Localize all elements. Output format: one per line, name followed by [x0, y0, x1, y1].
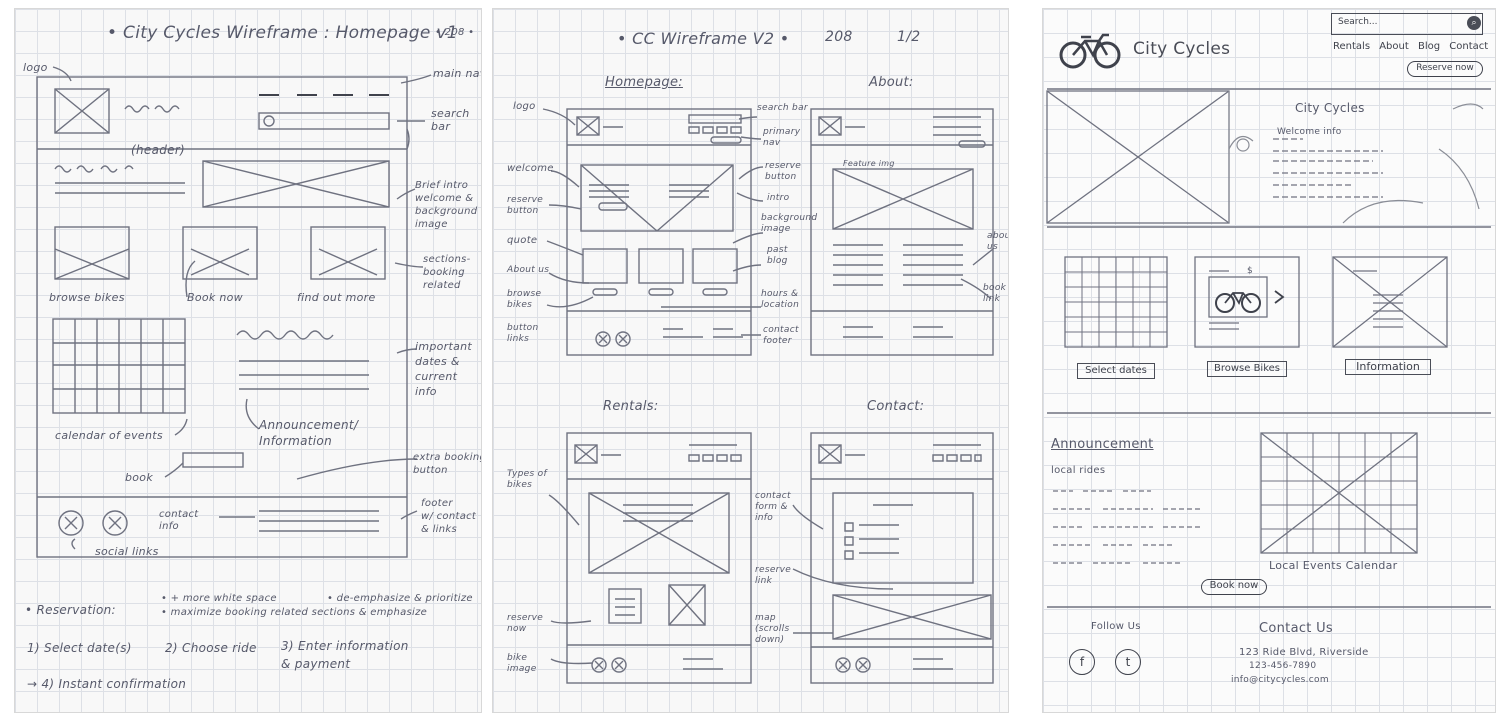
v2-annotation-book-link: book link — [983, 283, 1007, 304]
contact-email[interactable]: info@citycycles.com — [1231, 675, 1329, 685]
note-step-2: 2) Choose ride — [165, 641, 257, 655]
v2-annotation-search-bar: search bar — [757, 103, 808, 113]
annotation-important-dates: important dates & current info — [415, 340, 473, 398]
v2-annotation-button-links: button links — [507, 323, 539, 344]
v2-annotation-quote: quote — [507, 235, 538, 246]
select-dates-button[interactable]: Select dates — [1077, 363, 1155, 379]
note-step-4: → 4) Instant confirmation — [27, 677, 187, 691]
annotation-search-bar: search bar — [431, 107, 470, 133]
v2-annotation-logo: logo — [513, 101, 536, 112]
v2-annotation-bike-image: bike image — [507, 653, 537, 674]
contact-phone: 123-456-7890 — [1249, 661, 1317, 671]
twitter-icon[interactable]: t — [1115, 649, 1141, 675]
wireframe-sheet-homepage-final: City Cycles Search... ⌕ Rentals About Bl… — [1042, 8, 1496, 713]
wireframe-sheet-v2: • CC Wireframe V2 • 208 1/2 Homepage: Ab… — [492, 8, 1009, 713]
v2-annotation-welcome: welcome — [507, 163, 554, 174]
v2-annotation-hours-location: hours & location — [761, 289, 800, 310]
note-reservation: • Reservation: — [25, 603, 116, 617]
v2-annotation-contact-footer: contact footer — [763, 325, 799, 346]
contact-title: Contact Us — [1259, 621, 1333, 636]
note-step-3: 3) Enter information & payment — [281, 639, 409, 671]
annotation-contact-info: contact info — [159, 509, 199, 532]
annotation-book-now: Book now — [187, 291, 243, 304]
annotation-sections: sections- booking related — [423, 254, 471, 291]
twitter-glyph: t — [1125, 655, 1131, 669]
information-button[interactable]: Information — [1345, 359, 1431, 375]
annotation-calendar: calendar of events — [55, 429, 163, 442]
annotation-browse-bikes: browse bikes — [49, 291, 125, 304]
v2-annotation-reserve-button: reserve button — [507, 195, 544, 216]
v2-annotation-types-of-bikes: Types of bikes — [507, 469, 547, 490]
price-symbol: $ — [1247, 266, 1254, 276]
annotation-footer: footer w/ contact & links — [421, 498, 477, 535]
v2-annotation-map: map (scrolls down) — [755, 613, 790, 645]
annotation-header: (header) — [131, 143, 186, 157]
facebook-icon[interactable]: f — [1069, 649, 1095, 675]
hero-title: City Cycles — [1295, 101, 1365, 115]
v2-annotation-contact-form: contact form & info — [755, 491, 791, 523]
annotation-extra-booking: extra booking button — [413, 452, 482, 476]
note-more-white-space: • + more white space — [161, 593, 277, 604]
annotation-announcement: Announcement/ Information — [259, 418, 359, 448]
annotation-social-links: social links — [95, 545, 159, 558]
note-step-1: 1) Select date(s) — [27, 641, 132, 655]
v2-annotation-about-us-right: about us — [987, 231, 1008, 252]
annotation-book: book — [125, 471, 154, 484]
announcement-local-rides: local rides — [1051, 465, 1106, 476]
annotation-brief-intro: Brief intro welcome & background image — [415, 180, 478, 230]
v2-annotation-about-us: About us — [507, 265, 550, 275]
v2-annotation-intro: intro — [767, 193, 790, 203]
announcement-title: Announcement — [1051, 437, 1154, 452]
calendar-label: Local Events Calendar — [1269, 559, 1398, 572]
v2-annotation-reserve-link: reserve link — [755, 565, 792, 586]
annotation-find-out-more: find out more — [297, 291, 376, 304]
v2-annotation-primary-nav: primary nav — [763, 127, 801, 148]
v2-annotation-browse-bikes: browse bikes — [507, 289, 542, 310]
v2-annotation-past-blog: past blog — [767, 245, 788, 266]
wireframe-sheet-homepage-v1: • City Cycles Wireframe : Homepage v1 • … — [14, 8, 482, 713]
hero-welcome-text: Welcome info — [1277, 127, 1342, 137]
contact-address: 123 Ride Blvd, Riverside — [1239, 647, 1369, 658]
follow-us-label: Follow Us — [1091, 621, 1141, 632]
facebook-glyph: f — [1079, 655, 1085, 669]
v2-annotation-background-image: background image — [761, 213, 818, 234]
v2-annotation-reserve-button-right: reserve button — [765, 161, 802, 182]
book-now-button[interactable]: Book now — [1201, 579, 1267, 595]
annotation-logo: logo — [23, 61, 48, 74]
annotation-main-nav: main nav — [433, 67, 482, 80]
browse-bikes-button[interactable]: Browse Bikes — [1207, 361, 1287, 377]
note-deemphasize: • de-emphasize & prioritize — [327, 593, 473, 604]
v2-about-image-label: Feature img — [843, 159, 895, 168]
v2-annotation-reserve-now: reserve now — [507, 613, 544, 634]
sheet2-sketch — [542, 108, 994, 684]
note-maximize: • maximize booking related sections & em… — [161, 607, 428, 618]
